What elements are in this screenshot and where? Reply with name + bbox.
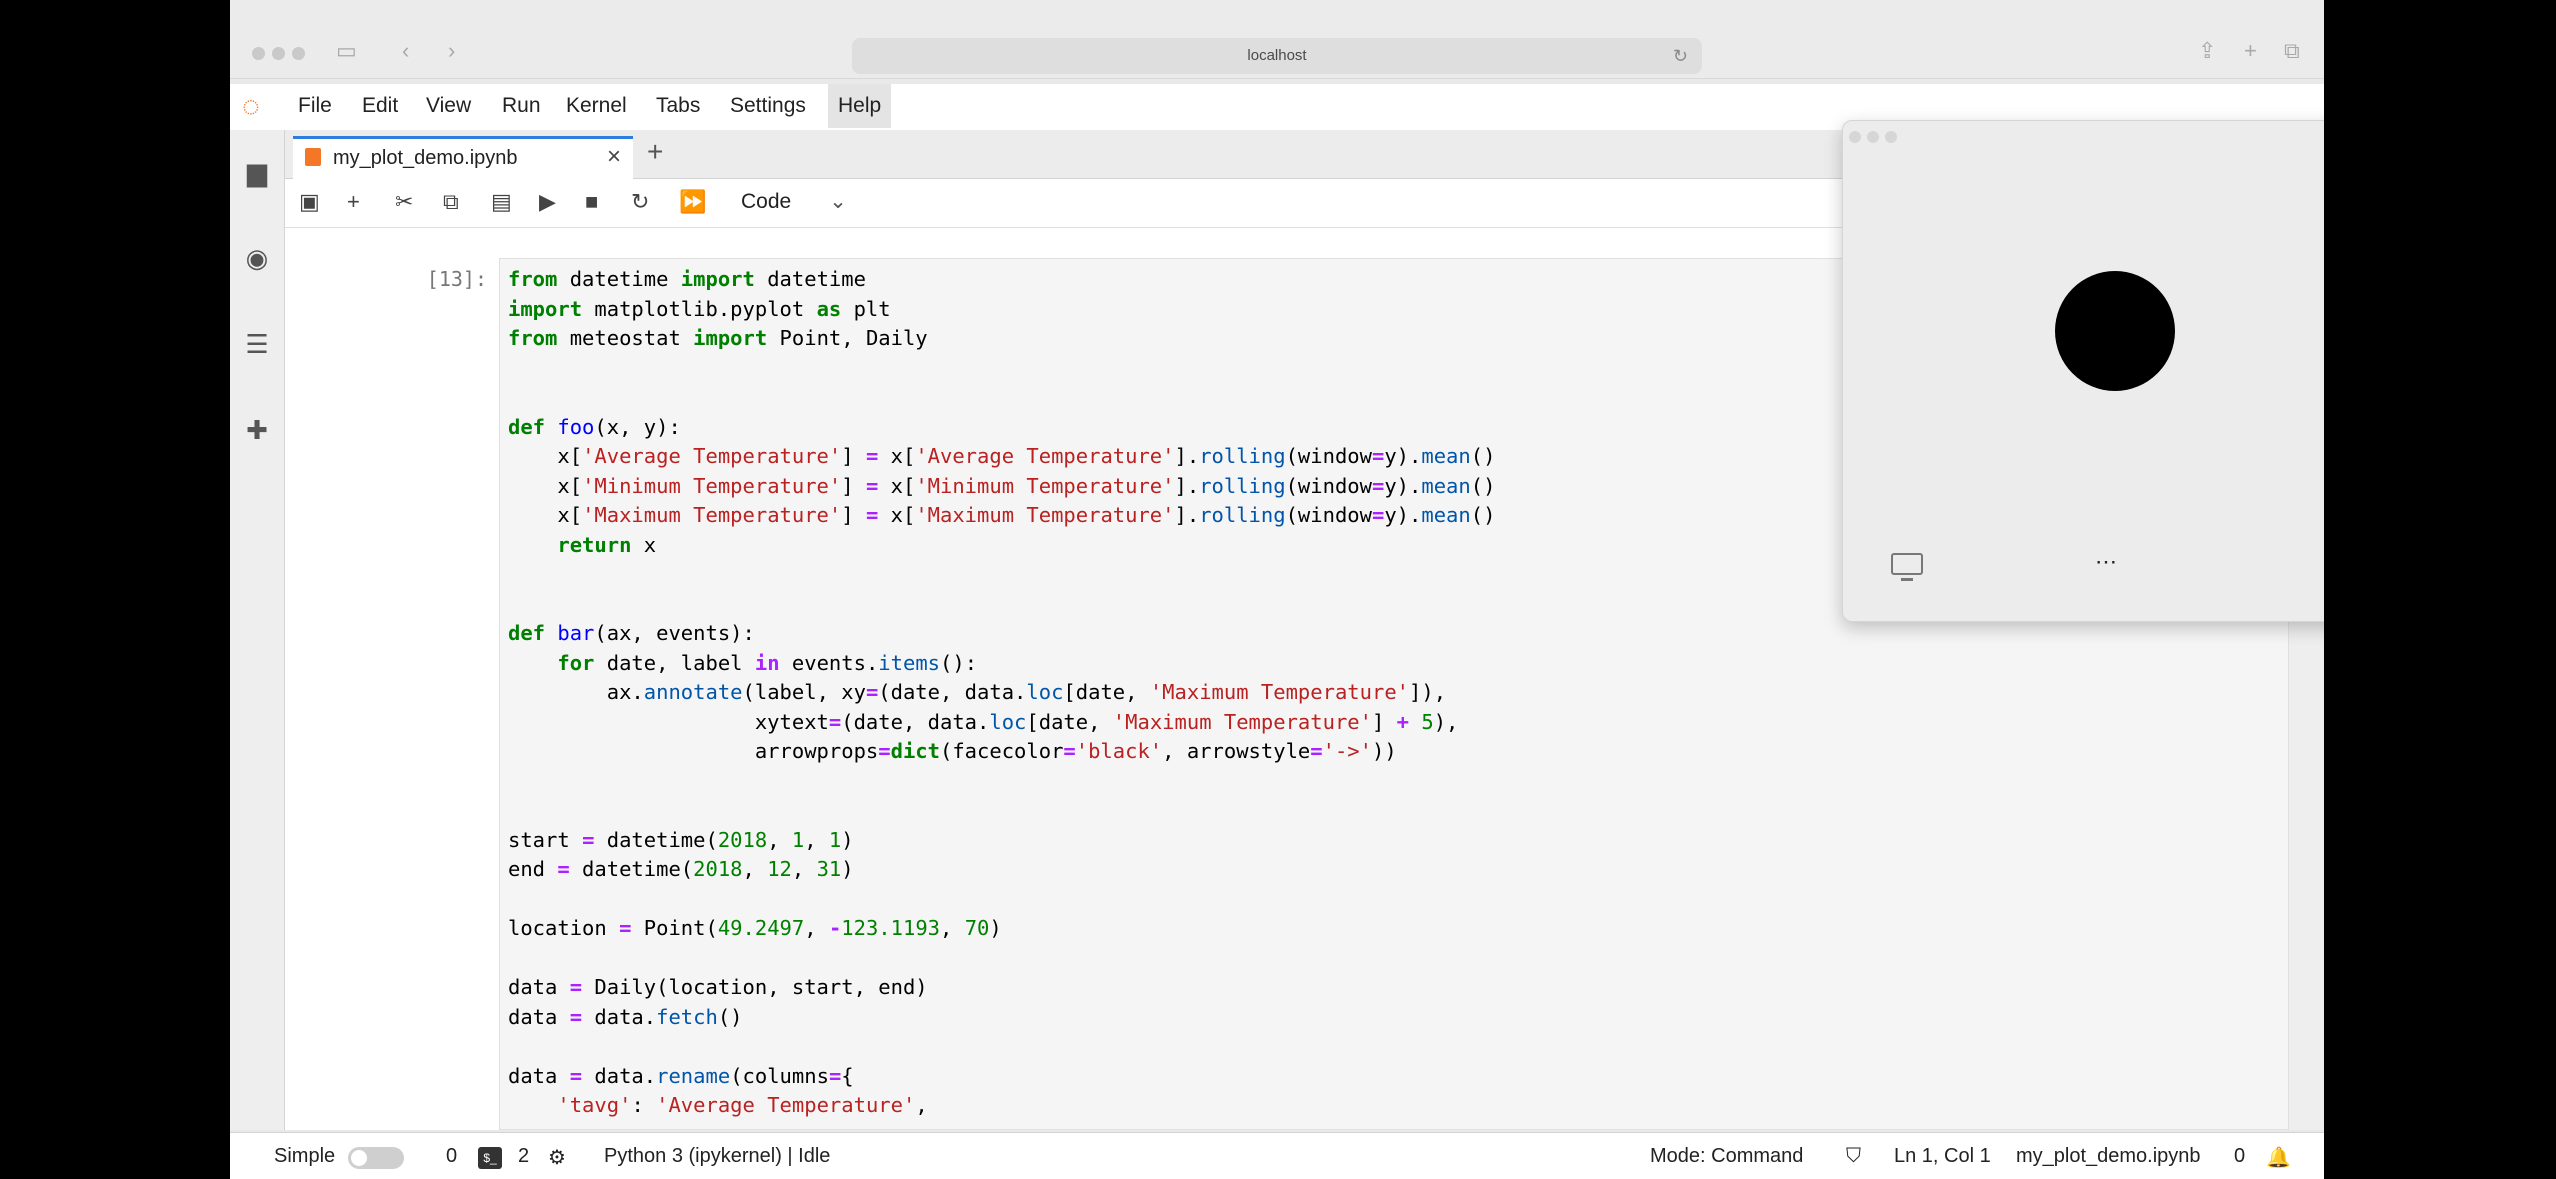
run-icon[interactable]: ▶ xyxy=(539,189,556,215)
menu-view[interactable]: View xyxy=(426,94,471,118)
paste-icon[interactable]: ▤ xyxy=(491,189,512,215)
shield-icon: ⛉ xyxy=(1846,1145,1861,1167)
cell-type-select[interactable]: Code ⌄ xyxy=(741,189,847,214)
new-tab-icon[interactable]: + xyxy=(2244,38,2257,64)
save-icon[interactable]: ▣ xyxy=(299,189,320,215)
tab-notebook[interactable]: my_plot_demo.ipynb × xyxy=(293,136,633,179)
extension-icon[interactable]: ✚ xyxy=(243,416,271,444)
fast-forward-icon[interactable]: ⏩ xyxy=(679,189,706,215)
chevron-down-icon: ⌄ xyxy=(829,190,847,213)
monitor-icon[interactable] xyxy=(1891,553,1923,581)
gear-icon: ⚙ xyxy=(548,1147,566,1169)
restart-icon[interactable]: ↻ xyxy=(631,189,649,215)
file-name: my_plot_demo.ipynb xyxy=(2016,1145,2201,1167)
menu-edit[interactable]: Edit xyxy=(362,94,398,118)
menu-tabs[interactable]: Tabs xyxy=(656,94,700,118)
simple-mode-label: Simple xyxy=(274,1145,336,1167)
bell-icon[interactable]: 🔔 xyxy=(2266,1145,2291,1170)
menu-file[interactable]: File xyxy=(298,94,332,118)
toc-icon[interactable]: ☰ xyxy=(243,330,271,358)
new-launcher-button[interactable]: + xyxy=(647,136,663,168)
popup-zoom-button[interactable] xyxy=(1885,131,1897,143)
folder-icon[interactable]: ▆ xyxy=(243,158,271,186)
menu-help[interactable]: Help xyxy=(828,84,892,128)
tab-title: my_plot_demo.ipynb xyxy=(333,147,518,169)
left-sidebar: ▆ ◉ ☰ ✚ xyxy=(230,130,285,1130)
cell-type-value: Code xyxy=(741,190,792,213)
kernel-count[interactable]: 2 xyxy=(518,1145,529,1168)
kernel-status[interactable]: Python 3 (ipykernel) | Idle xyxy=(604,1145,830,1168)
reload-icon[interactable]: ↻ xyxy=(1673,38,1688,74)
minimize-window-button[interactable] xyxy=(272,47,285,60)
popup-minimize-button[interactable] xyxy=(1867,131,1879,143)
simple-mode-toggle[interactable] xyxy=(348,1147,404,1169)
menu-run[interactable]: Run xyxy=(502,94,541,118)
stop-icon[interactable]: ■ xyxy=(585,189,598,215)
close-tab-icon[interactable]: × xyxy=(607,143,621,171)
running-icon[interactable]: ◉ xyxy=(243,244,271,272)
plus-icon[interactable]: + xyxy=(347,189,360,215)
status-bar: Simple 0 $_ 2 ⚙ Python 3 (ipykernel) | I… xyxy=(230,1132,2324,1179)
url-text: localhost xyxy=(1247,47,1307,64)
cut-icon[interactable]: ✂ xyxy=(395,189,413,215)
share-icon[interactable]: ⇪ xyxy=(2198,38,2216,64)
back-icon[interactable]: ‹ xyxy=(402,38,409,64)
cursor-position[interactable]: Ln 1, Col 1 xyxy=(1894,1145,1991,1168)
terminal-icon: $_ xyxy=(478,1147,502,1169)
tabs-overview-icon[interactable]: ⧉ xyxy=(2284,38,2300,64)
black-circle xyxy=(2055,271,2175,391)
menu-settings[interactable]: Settings xyxy=(730,94,806,118)
address-bar[interactable]: localhost ↻ xyxy=(852,38,1702,74)
sidebar-icon[interactable]: ▭ xyxy=(336,38,357,64)
more-icon[interactable]: ⋯ xyxy=(2095,549,2118,575)
floating-window: ⋯ xyxy=(1842,120,2324,622)
mode-indicator[interactable]: Mode: Command xyxy=(1650,1145,1803,1168)
close-window-button[interactable] xyxy=(252,47,265,60)
terminal-count[interactable]: 0 xyxy=(446,1145,457,1168)
popup-close-button[interactable] xyxy=(1849,131,1861,143)
browser-bar: ▭ ‹ › localhost ↻ ⇪ + ⧉ xyxy=(230,0,2324,79)
screen: ▭ ‹ › localhost ↻ ⇪ + ⧉ ◌ File Edit View… xyxy=(230,0,2324,1179)
forward-icon[interactable]: › xyxy=(448,38,455,64)
copy-icon[interactable]: ⧉ xyxy=(443,189,459,215)
cell-prompt: [13]: xyxy=(426,267,487,291)
notification-count: 0 xyxy=(2234,1145,2246,1167)
notebook-icon xyxy=(305,148,321,166)
code-editor[interactable]: from datetime import datetime import mat… xyxy=(508,265,1495,1121)
jupyter-logo-icon: ◌ xyxy=(242,90,260,123)
menu-kernel[interactable]: Kernel xyxy=(566,94,627,118)
zoom-window-button[interactable] xyxy=(292,47,305,60)
